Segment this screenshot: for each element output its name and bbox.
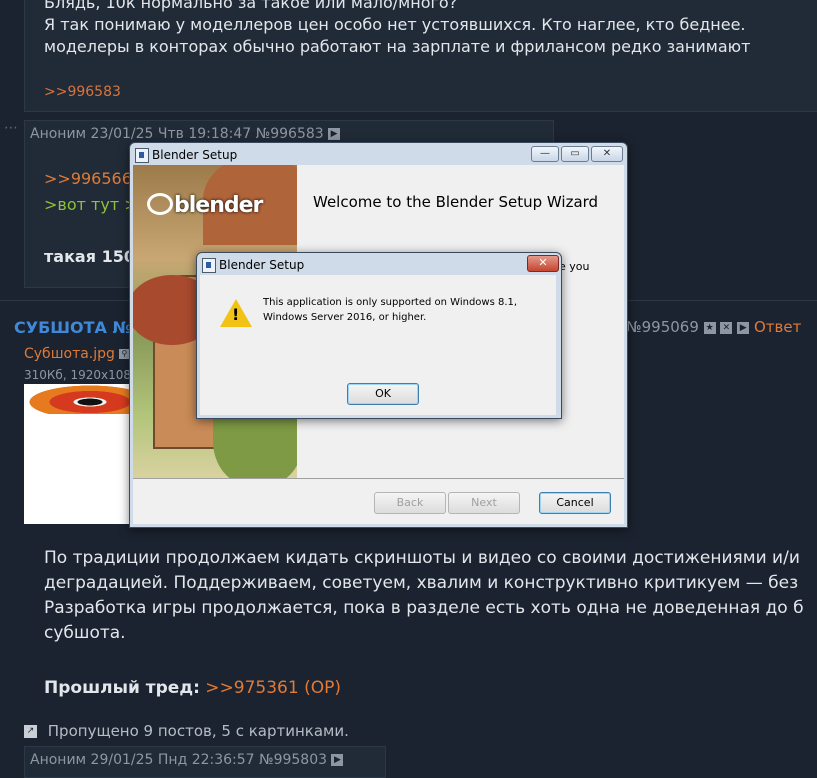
post-header: Аноним 23/01/25 Чтв 19:18:47 №996583 ▶	[30, 126, 341, 142]
post-header: Аноним 29/01/25 Пнд 22:36:57 №995803 ▶	[30, 752, 344, 768]
footer-divider	[133, 478, 624, 479]
back-button[interactable]: Back	[374, 492, 446, 514]
window-title: Blender Setup	[152, 148, 238, 162]
expand-icon[interactable]: ↗	[24, 725, 37, 738]
blender-logo: blender	[147, 193, 263, 218]
exclamation-mark: !	[232, 305, 240, 324]
post-header-right: №995069 ★ ✕ ▶ Ответ	[626, 318, 801, 336]
welcome-heading: Welcome to the Blender Setup Wizard	[313, 193, 599, 211]
prev-thread-link[interactable]: >>975361 (OP)	[205, 678, 341, 698]
post-text-line: Блядь, 10к нормально за такое или мало/м…	[44, 0, 458, 12]
error-message-line: This application is only supported on Wi…	[263, 297, 518, 308]
file-name-row: Субшота.jpg ⚲	[24, 346, 130, 362]
skipped-row: ↗ Пропущено 9 постов, 5 с картинками.	[24, 722, 349, 740]
post-number[interactable]: №995069	[626, 318, 699, 336]
thread-title: СУБШОТА №	[14, 318, 132, 337]
welcome-partial-text: e you	[559, 260, 590, 273]
play-icon[interactable]: ▶	[737, 321, 750, 334]
op-body-line: Разработка игры продолжается, пока в раз…	[44, 598, 804, 618]
close-button[interactable]: ✕	[591, 146, 623, 162]
warning-icon: !	[220, 299, 252, 327]
op-body-line: субшота.	[44, 623, 126, 643]
error-message-line: Windows Server 2016, or higher.	[263, 312, 427, 323]
quote-text: >вот тут >	[44, 195, 138, 214]
ok-button[interactable]: OK	[347, 383, 419, 405]
blender-logo-icon	[147, 193, 173, 215]
close-icon[interactable]: ✕	[720, 321, 733, 334]
play-icon[interactable]: ▶	[331, 754, 344, 766]
search-icon[interactable]: ⚲	[119, 349, 130, 359]
post-meta: Аноним 29/01/25 Пнд 22:36:57 №995803	[30, 752, 328, 768]
error-dialog: Blender Setup ✕ ! This application is on…	[196, 252, 562, 419]
prev-thread-label: Прошлый тред:	[44, 678, 200, 698]
star-icon[interactable]: ★	[703, 321, 716, 334]
file-info: 310Кб, 1920х1080	[24, 368, 139, 382]
skipped-text: Пропущено 9 постов, 5 с картинками.	[47, 722, 349, 740]
installer-icon	[135, 148, 149, 163]
next-button[interactable]: Next	[448, 492, 520, 514]
cancel-button[interactable]: Cancel	[539, 492, 611, 514]
installer-icon	[202, 258, 216, 273]
reply-link[interactable]: >>996566	[44, 168, 132, 190]
blender-logo-text: blender	[174, 193, 263, 218]
reply-link[interactable]: >>996583	[44, 84, 121, 100]
dialog-client: ! This application is only supported on …	[200, 275, 556, 415]
dialog-title: Blender Setup	[219, 258, 305, 272]
post-meta: Аноним 23/01/25 Чтв 19:18:47 №996583	[30, 126, 324, 142]
post-text: такая 150	[44, 247, 135, 266]
file-name-link[interactable]: Субшота.jpg	[24, 346, 115, 362]
minimize-button[interactable]: —	[531, 146, 559, 162]
thumbnail-art	[24, 384, 134, 414]
post-text-line: моделеры в конторах обычно работают на з…	[44, 37, 751, 56]
post-text-line: Я так понимаю у моделлеров цен особо нет…	[44, 15, 746, 34]
prev-thread-row: Прошлый тред: >>975361 (OP)	[44, 676, 341, 700]
op-body-line: По традиции продолжаем кидать скриншоты …	[44, 548, 800, 568]
reply-button[interactable]: Ответ	[754, 318, 801, 336]
maximize-button[interactable]: ▭	[561, 146, 589, 162]
post-dots-icon: ⋯	[4, 120, 18, 136]
play-icon[interactable]: ▶	[328, 128, 341, 140]
thumbnail-image[interactable]	[24, 384, 134, 524]
close-button[interactable]: ✕	[527, 255, 559, 272]
op-body-line: деградацией. Поддерживаем, советуем, хва…	[44, 573, 799, 593]
